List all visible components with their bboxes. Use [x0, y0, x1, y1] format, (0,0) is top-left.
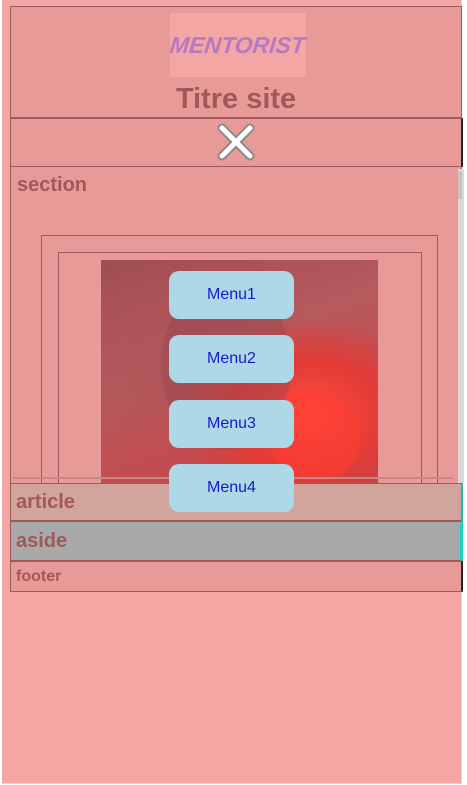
- menu-item-1[interactable]: Menu1: [169, 271, 294, 319]
- menu-item-3[interactable]: Menu3: [169, 400, 294, 448]
- close-menu-button[interactable]: [216, 122, 256, 162]
- section-scrollbar[interactable]: [458, 169, 464, 483]
- logo[interactable]: MENTORIST: [169, 13, 307, 77]
- nav-bar: [10, 118, 463, 167]
- aside-block: aside: [10, 521, 463, 561]
- footer-label: footer: [16, 568, 62, 585]
- logo-text: MENTORIST: [169, 31, 307, 58]
- close-x-icon: [217, 123, 255, 161]
- menu-item-2[interactable]: Menu2: [169, 335, 294, 383]
- menu-item-4[interactable]: Menu4: [169, 464, 294, 512]
- scrollbar-thumb[interactable]: [458, 171, 462, 199]
- site-header: MENTORIST Titre site: [10, 6, 462, 118]
- site-title: Titre site: [175, 83, 297, 115]
- footer-block: footer: [10, 561, 463, 592]
- section-label: section: [17, 174, 88, 196]
- article-label: article: [16, 491, 75, 513]
- aside-label: aside: [16, 530, 68, 552]
